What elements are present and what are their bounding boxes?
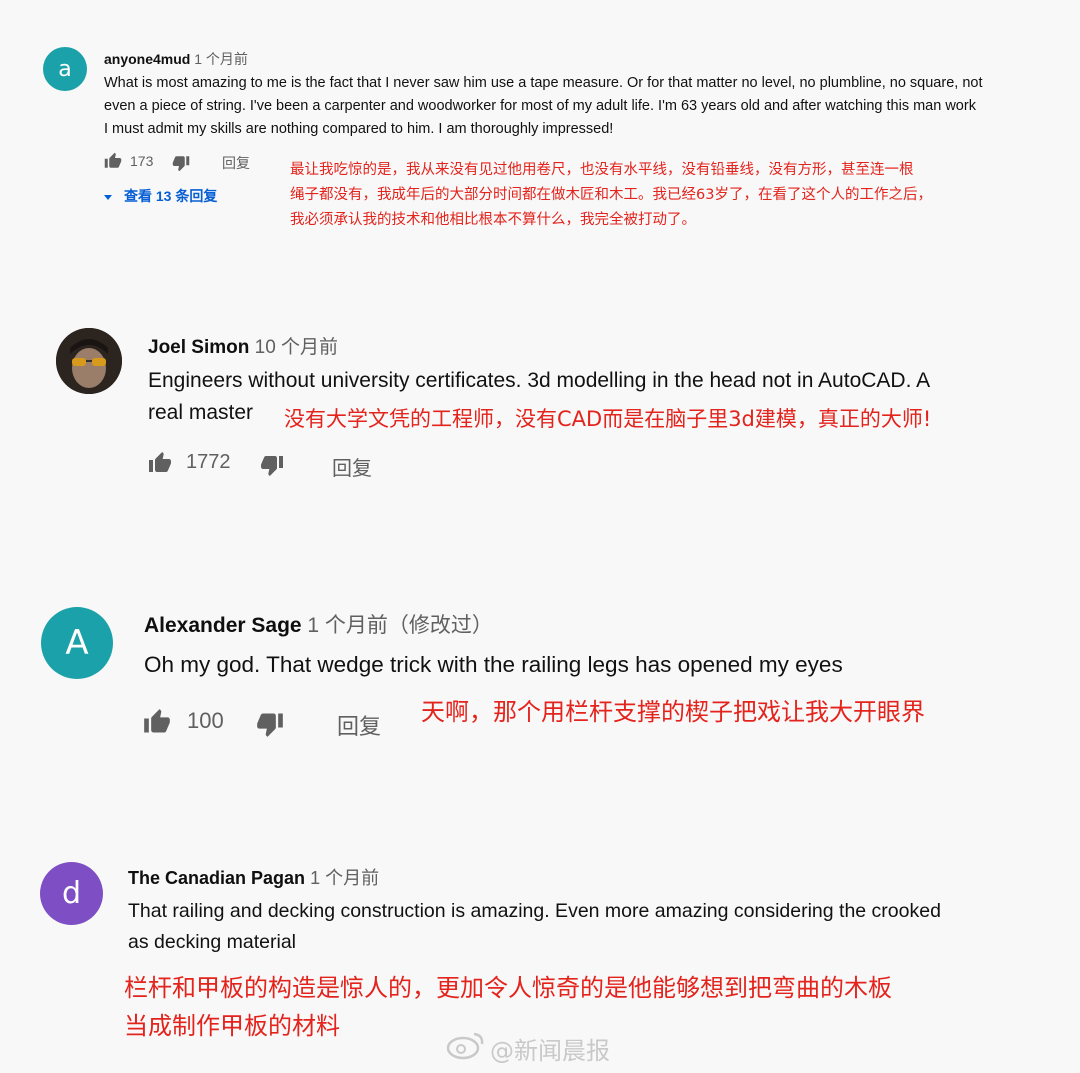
caret-down-icon bbox=[104, 194, 112, 200]
translation-line: 最让我吃惊的是，我从来没有见过他用卷尺，也没有水平线，没有铅垂线，没有方形，甚至… bbox=[290, 162, 914, 178]
avatar[interactable]: a bbox=[43, 47, 87, 91]
avatar[interactable]: A bbox=[41, 607, 113, 679]
translation-line: 没有大学文凭的工程师，没有CAD而是在脑子里3d建模，真正的大师! bbox=[284, 407, 932, 431]
avatar[interactable] bbox=[56, 328, 122, 394]
reply-button[interactable]: 回复 bbox=[332, 452, 372, 481]
thumb-down-icon[interactable] bbox=[256, 710, 284, 738]
avatar[interactable]: d bbox=[40, 862, 103, 925]
comment-author[interactable]: The Canadian Pagan bbox=[128, 868, 305, 888]
thumb-up-icon[interactable] bbox=[148, 451, 172, 475]
view-replies-label: 查看 13 条回复 bbox=[124, 188, 218, 204]
reply-button[interactable]: 回复 bbox=[337, 709, 381, 741]
comment-header: Alexander Sage 1 个月前（修改过） bbox=[144, 609, 493, 639]
comment-text-line: Engineers without university certificate… bbox=[148, 369, 931, 392]
comment-author[interactable]: Joel Simon bbox=[148, 337, 249, 358]
translation-line: 当成制作甲板的材料 bbox=[124, 1012, 340, 1040]
thumb-down-icon[interactable] bbox=[260, 453, 284, 477]
watermark-text: @新闻晨报 bbox=[490, 1036, 610, 1065]
comment-time[interactable]: 1 个月前 bbox=[310, 868, 379, 888]
thumb-up-icon[interactable] bbox=[143, 708, 171, 736]
avatar-photo-icon bbox=[56, 328, 122, 394]
comment-text-line: That railing and decking construction is… bbox=[128, 900, 941, 922]
translation-line: 我必须承认我的技术和他相比根本不算什么，我完全被打动了。 bbox=[290, 212, 696, 228]
comment-time[interactable]: 10 个月前 bbox=[255, 337, 338, 358]
comment-text-line: I must admit my skills are nothing compa… bbox=[104, 121, 614, 137]
comment-header: Joel Simon 10 个月前 bbox=[148, 332, 338, 359]
thumb-up-icon[interactable] bbox=[104, 152, 122, 170]
avatar-letter: a bbox=[58, 56, 72, 82]
comment-header: The Canadian Pagan 1 个月前 bbox=[128, 864, 379, 890]
like-count: 100 bbox=[187, 708, 224, 733]
comment-text-line: as decking material bbox=[128, 931, 296, 953]
avatar-letter: A bbox=[65, 623, 89, 663]
comment-header: anyone4mud 1 个月前 bbox=[104, 49, 248, 69]
comment-author[interactable]: anyone4mud bbox=[104, 51, 190, 67]
translation-line: 绳子都没有，我成年后的大部分时间都在做木匠和木工。我已经63岁了，在看了这个人的… bbox=[290, 187, 932, 203]
comment-text-line: Oh my god. That wedge trick with the rai… bbox=[144, 652, 843, 677]
translation-line: 天啊，那个用栏杆支撑的楔子把戏让我大开眼界 bbox=[421, 698, 925, 726]
watermark: @新闻晨报 bbox=[446, 1030, 610, 1066]
comment-text-line: What is most amazing to me is the fact t… bbox=[104, 75, 983, 91]
like-count: 173 bbox=[130, 153, 154, 169]
comment-text-line: real master bbox=[148, 401, 254, 424]
comment-time[interactable]: 1 个月前（修改过） bbox=[307, 614, 493, 637]
avatar-letter: d bbox=[61, 876, 82, 911]
comment-text-line: even a piece of string. I've been a carp… bbox=[104, 98, 976, 114]
comment-time[interactable]: 1 个月前 bbox=[194, 51, 248, 67]
reply-button[interactable]: 回复 bbox=[222, 153, 250, 173]
view-replies-button[interactable]: 查看 13 条回复 bbox=[104, 186, 217, 206]
thumb-down-icon[interactable] bbox=[172, 154, 190, 172]
like-count: 1772 bbox=[186, 451, 231, 473]
weibo-icon bbox=[446, 1030, 486, 1066]
comment-author[interactable]: Alexander Sage bbox=[144, 614, 302, 637]
translation-line: 栏杆和甲板的构造是惊人的，更加令人惊奇的是他能够想到把弯曲的木板 bbox=[124, 974, 892, 1002]
